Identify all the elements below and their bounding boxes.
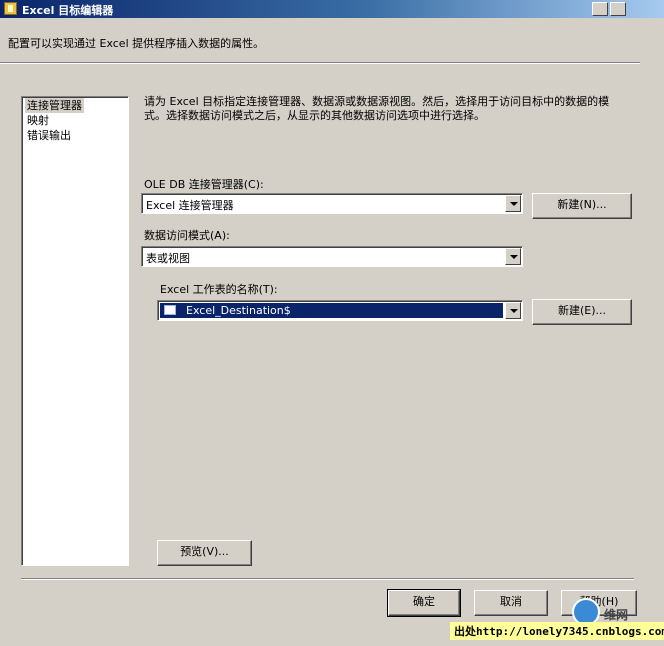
minimize-button[interactable]	[592, 2, 608, 16]
ole-connection-select[interactable]: Excel 连接管理器	[141, 193, 523, 214]
close-button[interactable]	[610, 2, 626, 16]
new-connection-button[interactable]: 新建(N)...	[532, 193, 632, 219]
cancel-button[interactable]: 取消	[474, 590, 548, 616]
access-mode-select[interactable]: 表或视图	[141, 246, 523, 267]
dialog-description: 配置可以实现通过 Excel 提供程序插入数据的属性。	[8, 37, 265, 50]
title-bar[interactable]: Excel 目标编辑器	[0, 0, 664, 18]
source-watermark: 出处http://lonely7345.cnblogs.com	[450, 622, 664, 640]
window-title: Excel 目标编辑器	[22, 4, 114, 17]
ole-connection-value: Excel 连接管理器	[146, 199, 234, 212]
page-list[interactable]: 连接管理器 映射 错误输出	[21, 96, 129, 566]
ole-connection-label: OLE DB 连接管理器(C):	[144, 178, 264, 191]
chevron-down-icon[interactable]	[505, 302, 521, 319]
list-item-connection-manager[interactable]: 连接管理器	[25, 98, 84, 113]
ok-button[interactable]: 确定	[387, 589, 461, 617]
new-sheet-button[interactable]: 新建(E)...	[532, 299, 632, 325]
app-icon	[4, 2, 17, 15]
access-mode-label: 数据访问模式(A):	[144, 229, 230, 242]
sheet-name-select[interactable]: Excel_Destination$	[157, 300, 523, 321]
chevron-down-icon[interactable]	[505, 195, 521, 212]
access-mode-value: 表或视图	[146, 252, 190, 265]
header-divider	[0, 62, 640, 64]
footer-divider	[21, 578, 634, 580]
list-item-mappings[interactable]: 映射	[25, 113, 51, 128]
sheet-icon	[164, 305, 176, 315]
site-logo-text: 维网	[604, 608, 629, 622]
list-item-error-output[interactable]: 错误输出	[25, 128, 73, 143]
chevron-down-icon[interactable]	[505, 248, 521, 265]
intro-text: 请为 Excel 目标指定连接管理器、数据源或数据源视图。然后，选择用于访问目标…	[144, 95, 610, 122]
sheet-name-value: Excel_Destination$	[186, 304, 291, 317]
dialog-window: Excel 目标编辑器 配置可以实现通过 Excel 提供程序插入数据的属性。 …	[0, 0, 664, 646]
preview-button[interactable]: 预览(V)...	[157, 540, 252, 566]
sheet-name-label: Excel 工作表的名称(T):	[160, 283, 278, 296]
